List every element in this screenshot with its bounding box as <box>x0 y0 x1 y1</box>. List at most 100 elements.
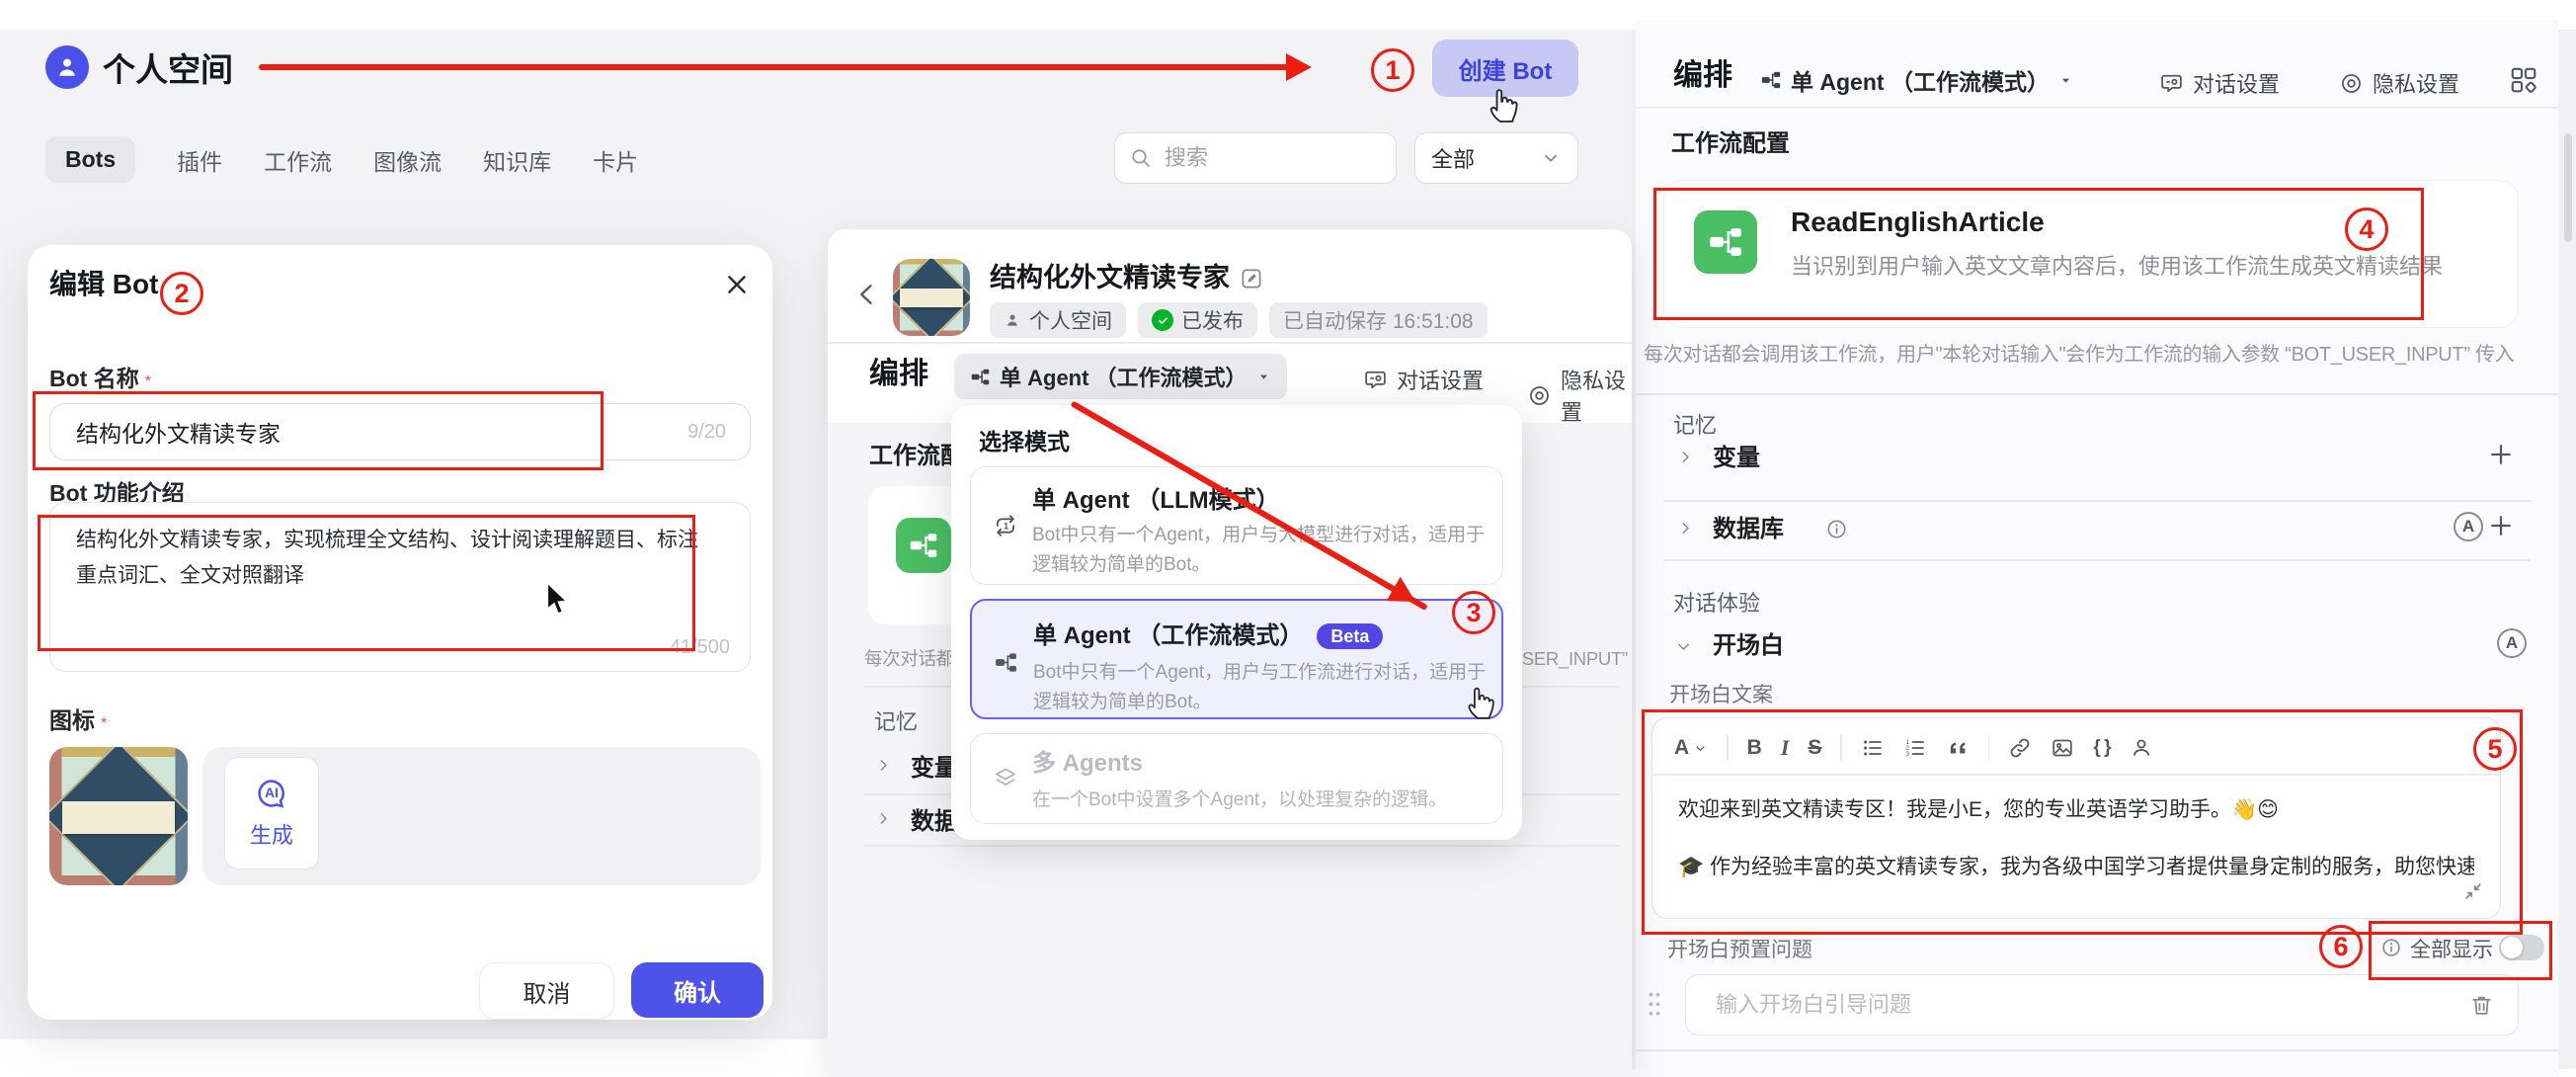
annotation-1: 1 <box>1371 48 1414 92</box>
chevron-down-icon[interactable] <box>1675 638 1692 655</box>
chat-settings-button[interactable]: 对话设置 <box>2159 67 2280 99</box>
tab-cards[interactable]: 卡片 <box>593 143 638 177</box>
privacy-icon <box>1527 383 1552 408</box>
bot-avatar <box>893 259 970 336</box>
annotation-2: 2 <box>160 272 203 315</box>
mode-select-popover: 选择模式 单 Agent （LLM模式） Bot中只有一个Agent，用户与大模… <box>951 405 1522 840</box>
drag-handle-icon[interactable] <box>1648 990 1661 1018</box>
mode-item-title: 多 Agents <box>1032 750 1143 778</box>
workspace-badge: 个人空间 <box>990 302 1126 338</box>
mode-item-desc: Bot中只有一个Agent，用户与工作流进行对话，适用于逻辑较为简单的Bot。 <box>1033 658 1491 717</box>
annotation-box-editor <box>1642 709 2523 935</box>
edit-icon[interactable] <box>1240 267 1263 290</box>
search-input[interactable] <box>1163 144 1364 172</box>
opening-row[interactable]: 开场白 <box>1713 632 1784 660</box>
autosave-badge: 已自动保存 16:51:08 <box>1269 302 1488 338</box>
opening-text-label: 开场白文案 <box>1669 684 1773 707</box>
info-icon <box>1825 518 1848 540</box>
divider <box>864 845 1620 847</box>
chat-experience-label: 对话体验 <box>1673 591 1760 616</box>
ai-generate-button[interactable]: AI 生成 <box>224 757 319 870</box>
variable-row[interactable]: 变量 <box>1713 445 1760 472</box>
orchestrate-title: 编排 <box>1673 59 1732 94</box>
filter-select[interactable]: 全部 <box>1414 132 1578 184</box>
chevron-down-icon <box>1540 147 1562 169</box>
workspace-avatar[interactable] <box>45 45 89 89</box>
privacy-settings-button[interactable]: 隐私设置 <box>2339 67 2459 99</box>
preset-question-field[interactable] <box>1685 974 2519 1036</box>
annotation-arrow-1 <box>259 64 1292 70</box>
ai-bubble-icon: AI <box>255 777 288 810</box>
tab-workflow[interactable]: 工作流 <box>264 143 332 177</box>
tab-bar: Bots 插件 工作流 图像流 知识库 卡片 <box>45 136 638 183</box>
divider <box>1663 500 2531 502</box>
bot-editor-window: 结构化外文精读专家 个人空间 已发布 已自动保存 16:51:08 编排 单 A… <box>828 229 1632 1077</box>
required-mark: * <box>145 373 151 390</box>
name-counter: 9/20 <box>687 421 726 444</box>
workflow-icon <box>994 650 1018 675</box>
agent-mode-dropdown[interactable]: 单 Agent （工作流模式） <box>1760 63 2073 97</box>
chevron-right-icon[interactable] <box>875 757 892 774</box>
tab-bots[interactable]: Bots <box>45 136 135 183</box>
cancel-button[interactable]: 取消 <box>479 962 614 1020</box>
generate-label: 生成 <box>250 818 293 850</box>
layout-grid-icon[interactable] <box>2509 65 2538 95</box>
search-box[interactable] <box>1114 132 1397 184</box>
required-mark: * <box>101 715 107 732</box>
chat-settings-icon <box>2159 71 2184 96</box>
confirm-button[interactable]: 确认 <box>631 962 764 1018</box>
workflow-note: 每次对话都会调用该工作流，用户"本轮对话输入"会作为工作流的输入参数 “BOT_… <box>1644 344 2514 367</box>
tab-imageflow[interactable]: 图像流 <box>373 143 442 177</box>
trash-icon[interactable] <box>2469 993 2494 1018</box>
back-icon[interactable] <box>853 281 881 308</box>
arrow-cursor <box>545 581 571 618</box>
annotation-4: 4 <box>2345 207 2388 251</box>
mode-menu-title: 选择模式 <box>979 429 1070 455</box>
bot-name-label: Bot 名称* <box>49 366 151 391</box>
bot-icon-preview[interactable] <box>49 747 188 885</box>
chevron-right-icon[interactable] <box>875 810 892 827</box>
dialog-title: 编辑 Bot <box>49 269 158 300</box>
mode-item-desc: 在一个Bot中设置多个Agent，以处理复杂的逻辑。 <box>1032 786 1490 815</box>
mode-item-workflow[interactable]: 单 Agent （工作流模式） Beta Bot中只有一个Agent，用户与工作… <box>970 599 1503 719</box>
bot-badges: 个人空间 已发布 已自动保存 16:51:08 <box>990 302 1488 338</box>
icon-label: 图标* <box>49 707 107 733</box>
privacy-settings-button[interactable]: 隐私设置 <box>1527 364 1632 427</box>
scrollbar-thumb[interactable] <box>2564 133 2572 242</box>
auto-a-icon[interactable]: A <box>2454 512 2483 541</box>
annotation-box-desc <box>38 515 695 651</box>
workflow-green-icon <box>896 518 951 573</box>
layers-icon <box>993 766 1018 791</box>
chevron-right-icon[interactable] <box>1677 520 1694 537</box>
annotation-box-name <box>33 391 604 470</box>
divider <box>1636 393 2558 395</box>
privacy-icon <box>2339 71 2364 96</box>
auto-a-icon[interactable]: A <box>2497 628 2527 658</box>
add-database-icon[interactable] <box>2487 512 2515 539</box>
database-row[interactable]: 数据库 <box>1713 516 1784 543</box>
icon-generate-zone: AI 生成 <box>202 747 761 885</box>
mode-item-llm[interactable]: 单 Agent （LLM模式） Bot中只有一个Agent，用户与大模型进行对话… <box>970 466 1503 585</box>
book-band-art <box>900 289 963 307</box>
hand-cursor <box>1464 680 1499 721</box>
close-icon[interactable] <box>723 271 751 298</box>
screen: 个人空间 创建 Bot Bots 插件 工作流 图像流 知识库 卡片 全部 编辑… <box>0 0 2576 1077</box>
person-icon <box>1004 311 1021 329</box>
orchestrate-title: 编排 <box>869 358 928 392</box>
chat-settings-button[interactable]: 对话设置 <box>1363 364 1484 395</box>
chevron-right-icon[interactable] <box>1677 449 1694 465</box>
filter-value: 全部 <box>1431 142 1475 174</box>
annotation-3: 3 <box>1452 591 1495 634</box>
memory-label: 记忆 <box>1673 413 1717 438</box>
mode-item-multi-agents[interactable]: 多 Agents 在一个Bot中设置多个Agent，以处理复杂的逻辑。 <box>970 733 1503 824</box>
tab-knowledge[interactable]: 知识库 <box>483 143 551 177</box>
add-variable-icon[interactable] <box>2487 441 2515 468</box>
chat-settings-icon <box>1363 368 1388 392</box>
caret-down-icon <box>1256 370 1271 384</box>
preset-question-input[interactable] <box>1714 991 2409 1019</box>
tab-plugins[interactable]: 插件 <box>177 143 222 177</box>
agent-mode-dropdown[interactable]: 单 Agent （工作流模式） <box>954 354 1287 399</box>
divider <box>1663 559 2531 561</box>
published-badge: 已发布 <box>1138 302 1257 338</box>
preset-questions-label: 开场白预置问题 <box>1667 939 1812 962</box>
